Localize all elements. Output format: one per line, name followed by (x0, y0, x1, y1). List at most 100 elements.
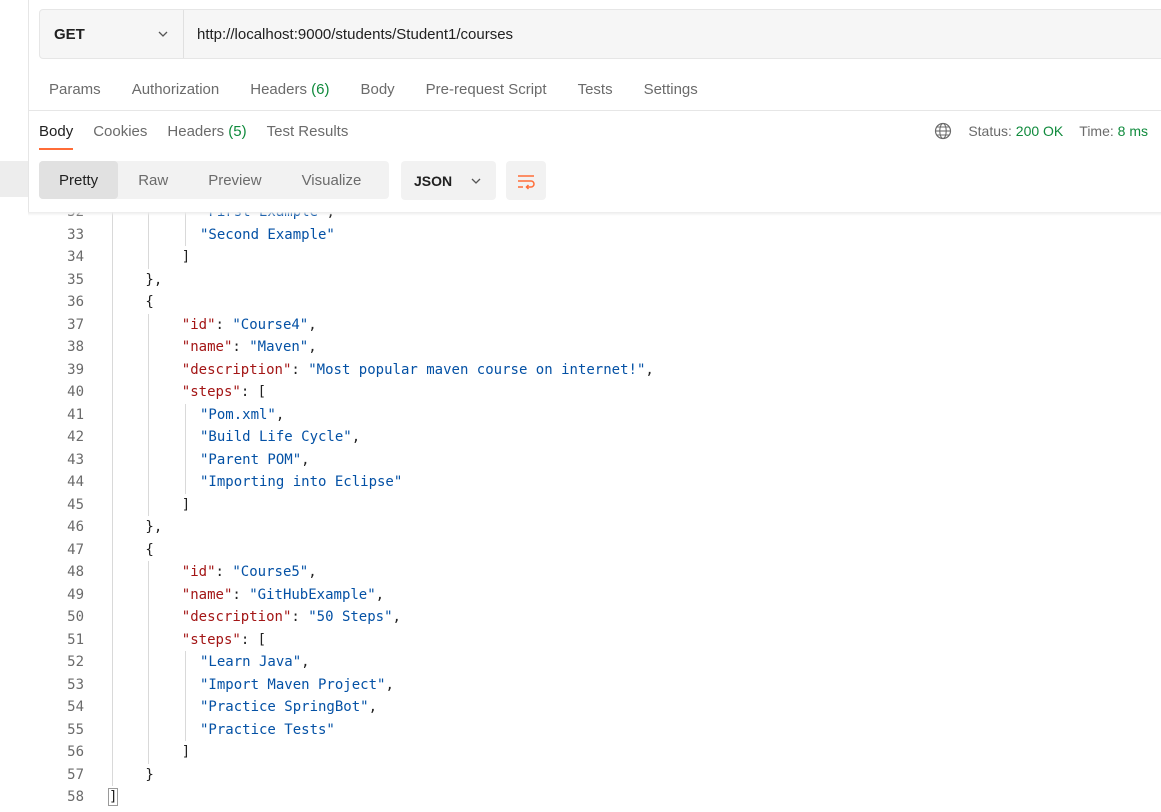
code-token: ] (181, 249, 191, 265)
method-select[interactable]: GET (40, 10, 184, 58)
request-url-bar: GET http://localhost:9000/students/Stude… (39, 9, 1161, 59)
code-line: 56] (28, 741, 1161, 764)
line-number: 39 (67, 361, 84, 378)
format-select[interactable]: JSON (401, 161, 496, 200)
tab-test-results[interactable]: Test Results (267, 123, 349, 140)
view-pretty-button[interactable]: Pretty (39, 161, 119, 199)
format-label: JSON (414, 172, 453, 189)
line-number: 49 (67, 586, 84, 603)
code-text: "id": "Course5", (182, 561, 317, 584)
tab-params[interactable]: Params (49, 81, 101, 98)
status-value[interactable]: 200 OK (1016, 123, 1063, 139)
code-token: ] (181, 496, 191, 513)
chevron-down-icon (471, 178, 481, 184)
line-number: 56 (67, 744, 84, 760)
code-line: 38 "name": "Maven", (28, 336, 1161, 359)
line-number: 32 (67, 212, 84, 220)
view-raw-button[interactable]: Raw (118, 161, 188, 199)
tab-headers[interactable]: Headers (6) (250, 81, 329, 98)
code-token: ] (181, 744, 191, 760)
code-token: "Maven" (249, 339, 309, 355)
code-token: : [ (240, 384, 267, 400)
code-line: 52 "Learn Java", (28, 651, 1161, 674)
line-number: 58 (67, 789, 84, 805)
code-text: "Learn Java", (200, 651, 310, 674)
code-token: , (326, 212, 335, 220)
code-text: "Parent POM", (200, 449, 310, 472)
code-token: , (308, 564, 317, 580)
code-token: { (145, 294, 154, 310)
code-token: , (385, 676, 394, 693)
code-token: "steps" (181, 631, 241, 648)
tab-prerequest-script[interactable]: Pre-request Script (426, 81, 547, 98)
code-line: 32 "First Example", (28, 212, 1161, 224)
code-text: { (145, 291, 153, 314)
code-token: , (301, 451, 310, 468)
code-line: 44 "Importing into Eclipse" (28, 471, 1161, 494)
response-body-viewer[interactable]: 32 "First Example", 33 "Second Example" 34] 3… (28, 212, 1161, 812)
indent-guide (184, 403, 186, 494)
line-number: 36 (67, 294, 84, 310)
indent-guide (184, 651, 186, 741)
line-number: 37 (67, 316, 84, 333)
view-preview-button[interactable]: Preview (188, 161, 281, 199)
code-token: : (232, 586, 250, 603)
code-token: , (153, 519, 163, 535)
code-token: "Build Life Cycle" (200, 429, 352, 445)
tab-tests[interactable]: Tests (578, 81, 613, 98)
code-text: "Import Maven Project", (200, 674, 394, 697)
url-input[interactable]: http://localhost:9000/students/Student1/… (184, 26, 513, 43)
tab-settings[interactable]: Settings (644, 81, 698, 98)
code-line: 37 "id": "Course4", (28, 314, 1161, 337)
tab-headers-count: (6) (311, 80, 330, 98)
code-text: { (145, 539, 153, 562)
tab-body[interactable]: Body (360, 81, 394, 98)
globe-icon[interactable] (934, 122, 952, 140)
code-text: "Practice Tests" (200, 719, 335, 742)
tab-response-body[interactable]: Body (39, 123, 74, 150)
code-line: 54 "Practice SpringBot", (28, 696, 1161, 719)
code-token: : [ (240, 631, 267, 648)
indent-guide (112, 212, 113, 786)
code-text: "Practice SpringBot", (200, 696, 377, 719)
tab-cookies[interactable]: Cookies (93, 123, 147, 140)
line-number: 53 (67, 676, 84, 693)
line-number: 33 (67, 226, 84, 243)
indent-guide (148, 313, 150, 516)
time-value[interactable]: 8 ms (1118, 123, 1148, 139)
line-number: 52 (67, 654, 84, 670)
code-token: "name" (181, 586, 233, 603)
code-line: 45] (28, 494, 1161, 517)
code-text: }, (145, 516, 162, 539)
code-token: ] (107, 788, 119, 806)
tab-response-headers[interactable]: Headers (5) (167, 123, 246, 140)
code-line: 40 "steps": [ (28, 381, 1161, 404)
code-token: "Pom.xml" (200, 406, 276, 423)
code-token: "steps" (181, 384, 241, 400)
wrap-lines-button[interactable] (506, 161, 546, 200)
status-label: Status: (968, 123, 1012, 139)
indent-guide (184, 212, 186, 246)
time-label: Time: (1079, 123, 1114, 139)
code-line: 47 { (28, 539, 1161, 562)
code-token: , (308, 316, 317, 333)
code-line: 42 "Build Life Cycle", (28, 426, 1161, 449)
tab-authorization[interactable]: Authorization (132, 81, 220, 98)
view-visualize-button[interactable]: Visualize (282, 161, 382, 199)
code-text: "Importing into Eclipse" (200, 471, 402, 494)
code-token: : (232, 339, 250, 355)
line-number: 34 (67, 249, 84, 265)
line-number: 48 (67, 564, 84, 580)
code-token: "Learn Java" (200, 654, 302, 670)
tab-headers-label: Headers (250, 80, 307, 98)
code-line: 51 "steps": [ (28, 629, 1161, 652)
code-text: ] (107, 786, 119, 809)
line-number: 40 (67, 384, 84, 400)
code-token: "Course5" (232, 564, 309, 580)
code-text: "Second Example" (200, 224, 335, 247)
code-text: "id": "Course4", (182, 314, 317, 337)
code-token: , (375, 586, 385, 603)
line-number: 50 (67, 609, 84, 625)
code-token: , (351, 429, 361, 445)
code-token: : (215, 316, 233, 333)
